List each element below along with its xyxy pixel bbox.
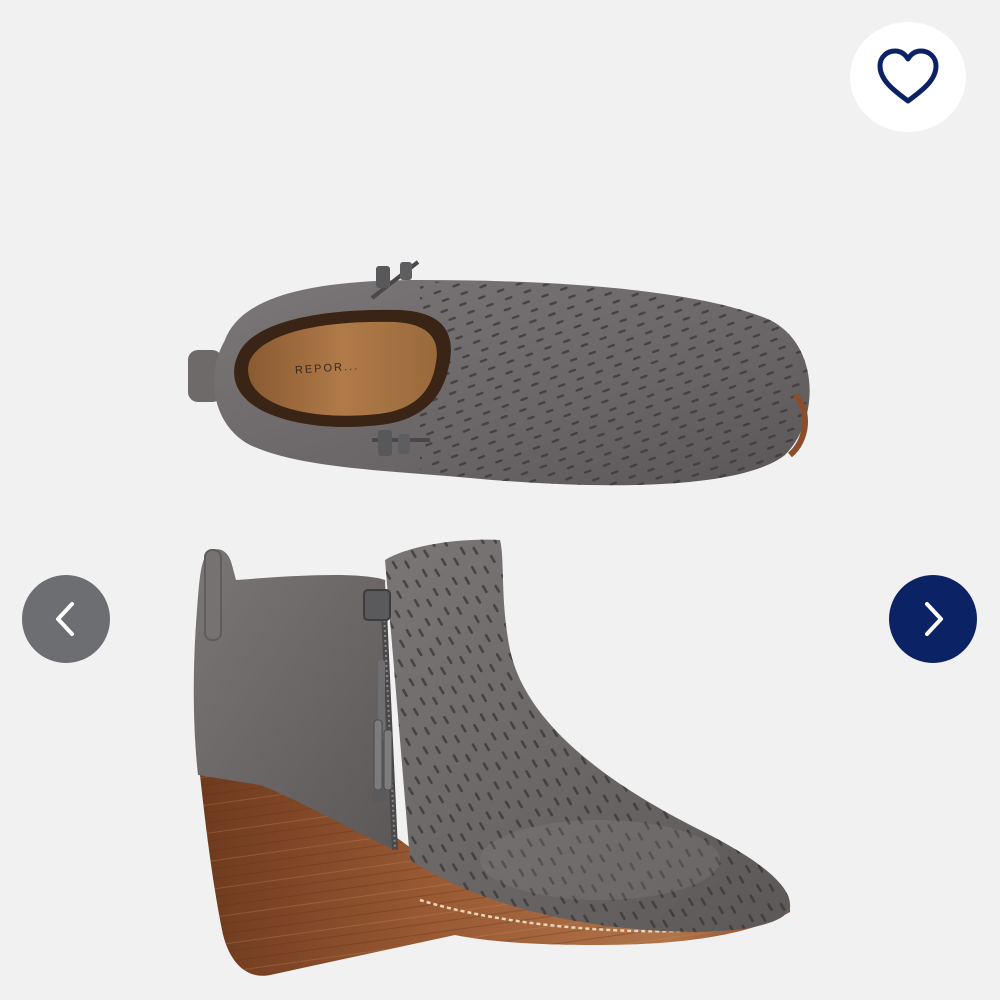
boot-top-view: REPOR... xyxy=(188,260,810,486)
chevron-right-icon xyxy=(925,602,943,636)
favorite-button[interactable] xyxy=(850,22,966,132)
heart-outline-icon xyxy=(877,48,939,104)
boot-side-view xyxy=(193,539,792,976)
product-image-viewer: REPOR... xyxy=(0,0,1000,1000)
previous-image-button[interactable] xyxy=(22,575,110,663)
next-image-button[interactable] xyxy=(889,575,977,663)
product-photo: REPOR... xyxy=(188,260,810,976)
chevron-left-icon xyxy=(56,602,74,636)
